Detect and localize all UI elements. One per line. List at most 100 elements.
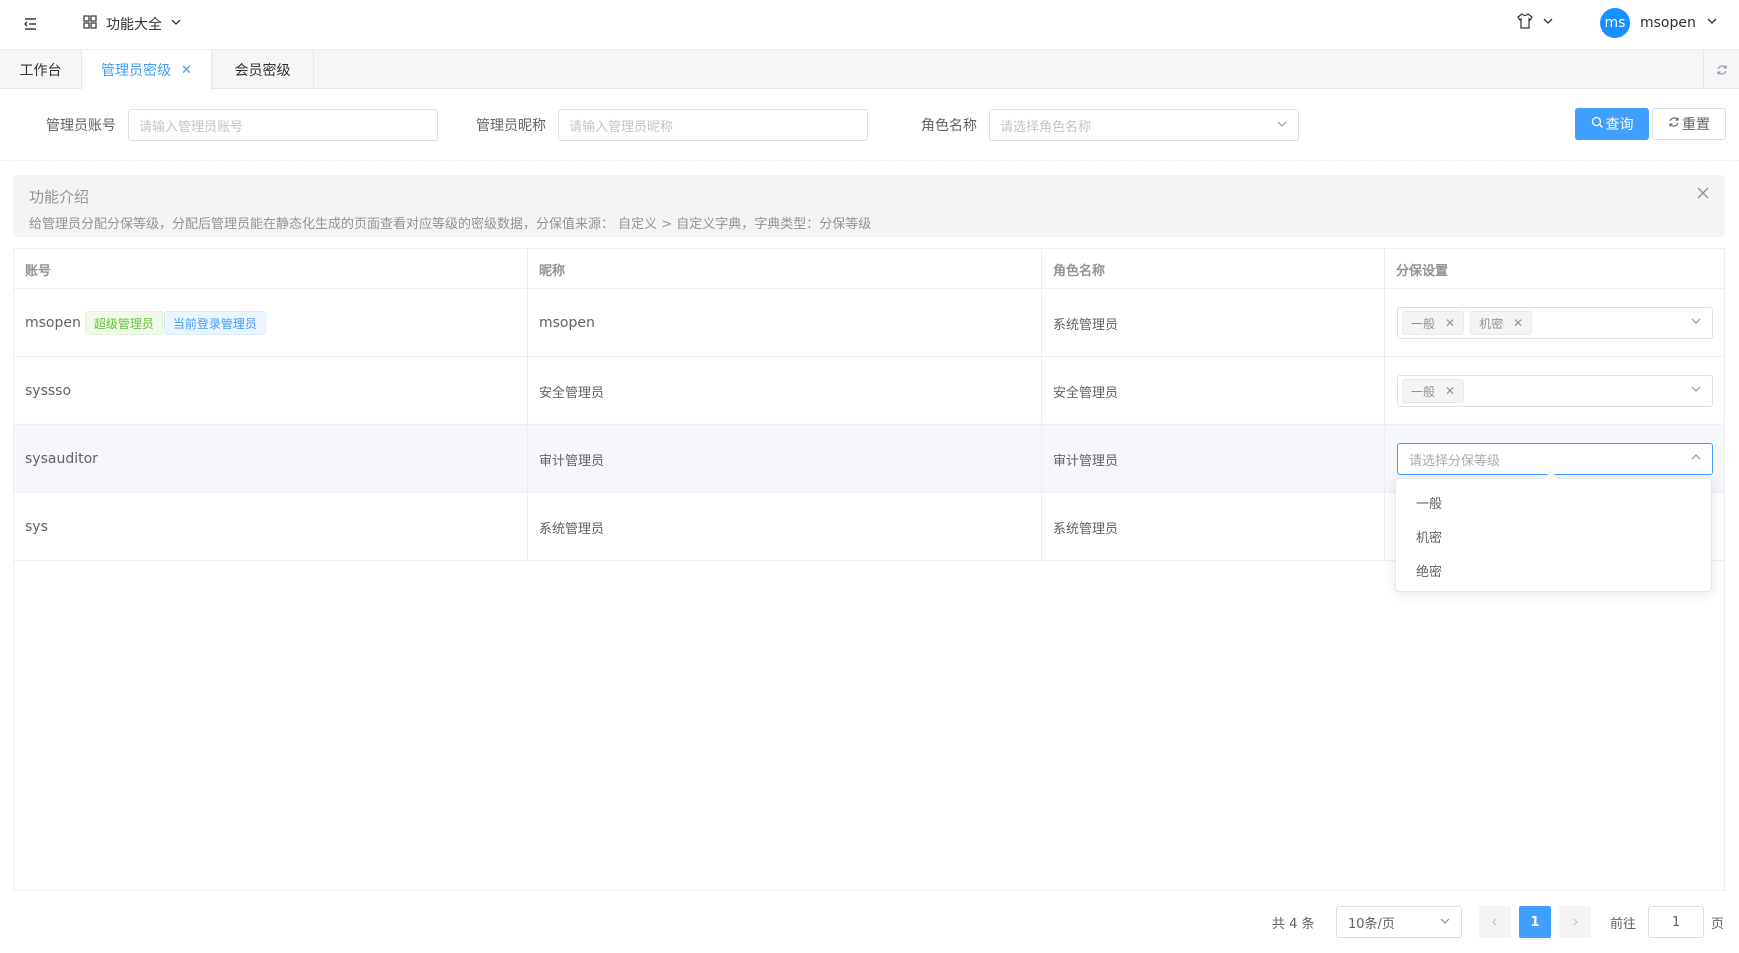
level-select[interactable]: 一般 ✕: [1397, 375, 1713, 407]
filter-role: 角色名称 请选择角色名称: [921, 109, 1299, 141]
level-dropdown: 一般 机密 绝密: [1395, 470, 1712, 592]
alert-description: 给管理员分配分保等级，分配后管理员能在静态化生成的页面查看对应等级的密级数据，分…: [29, 217, 872, 232]
tab-label: 工作台: [19, 62, 62, 79]
level-select-placeholder: 请选择分保等级: [1409, 453, 1501, 469]
pagination-total: 共 4 条: [1272, 916, 1315, 932]
cell-nickname: 审计管理员: [528, 425, 1042, 493]
tshirt-icon: [1516, 12, 1534, 34]
cell-nickname: msopen: [528, 289, 1042, 357]
theme-switcher[interactable]: [1516, 12, 1554, 34]
search-button[interactable]: 查询: [1575, 108, 1649, 140]
page-size-select[interactable]: 10条/页: [1336, 906, 1462, 938]
search-button-label: 查询: [1605, 117, 1634, 133]
chevron-down-icon: [1542, 15, 1554, 31]
next-page-button[interactable]: [1559, 906, 1591, 938]
goto-page-value: 1: [1671, 914, 1681, 930]
features-label: 功能大全: [106, 17, 162, 33]
nickname-input[interactable]: 请输入管理员昵称: [558, 109, 868, 141]
nickname-placeholder: 请输入管理员昵称: [569, 119, 674, 135]
goto-page-input[interactable]: 1: [1648, 906, 1704, 938]
chevron-right-icon: [1573, 918, 1578, 926]
close-icon[interactable]: [1697, 187, 1709, 203]
menu-fold-icon[interactable]: [18, 12, 42, 36]
column-account: 账号: [14, 249, 528, 289]
refresh-icon[interactable]: [1703, 50, 1739, 89]
current-admin-tag: 当前登录管理员: [163, 311, 266, 335]
level-tag: 一般 ✕: [1402, 379, 1465, 403]
account-placeholder: 请输入管理员账号: [139, 119, 244, 135]
cell-nickname: 系统管理员: [528, 493, 1042, 561]
level-tag-text: 一般: [1411, 316, 1436, 331]
table-row: msopen 超级管理员 当前登录管理员 msopen 系统管理员 一般 ✕ 机密…: [14, 289, 1724, 357]
chevron-down-icon: [1690, 383, 1702, 399]
user-menu[interactable]: ms msopen: [1600, 8, 1718, 38]
role-placeholder: 请选择角色名称: [1000, 119, 1092, 135]
reset-button[interactable]: 重置: [1652, 108, 1726, 140]
dropdown-option[interactable]: 机密: [1396, 519, 1711, 553]
account-text: msopen: [25, 315, 81, 331]
tab-admin-security-level[interactable]: 管理员密级 ✕: [82, 50, 212, 90]
column-role: 角色名称: [1042, 249, 1385, 289]
column-level-setting: 分保设置: [1396, 263, 1449, 279]
tab-label: 会员密级: [234, 62, 291, 79]
prev-page-button[interactable]: [1479, 906, 1511, 938]
level-tag: 一般 ✕: [1402, 311, 1465, 335]
chevron-left-icon: [1492, 918, 1497, 926]
account-input[interactable]: 请输入管理员账号: [128, 109, 438, 141]
dropdown-option[interactable]: 一般: [1396, 485, 1711, 519]
table-row: syssso 安全管理员 安全管理员 一般 ✕: [14, 357, 1724, 425]
chevron-down-icon: [1439, 915, 1451, 931]
cell-role: 审计管理员: [1042, 425, 1385, 493]
role-select[interactable]: 请选择角色名称: [989, 109, 1299, 141]
alert-title: 功能介绍: [29, 188, 90, 206]
reset-button-label: 重置: [1682, 117, 1710, 133]
cell-role: 系统管理员: [1042, 289, 1385, 357]
cell-account: sys: [14, 493, 528, 561]
close-icon[interactable]: ✕: [1513, 316, 1523, 330]
tab-workbench[interactable]: 工作台: [0, 50, 82, 89]
tabs-bar: 工作台 管理员密级 ✕ 会员密级: [0, 49, 1739, 90]
cell-nickname: 安全管理员: [528, 357, 1042, 425]
table-header: 账号 昵称 角色名称 分保设置: [14, 249, 1724, 289]
cell-account: sysauditor: [14, 425, 528, 493]
chevron-down-icon: [1276, 118, 1288, 134]
level-select[interactable]: 请选择分保等级: [1397, 443, 1713, 475]
tab-label: 管理员密级: [101, 63, 172, 79]
tab-member-security-level[interactable]: 会员密级: [212, 50, 314, 89]
dropdown-option[interactable]: 绝密: [1396, 553, 1711, 587]
close-icon[interactable]: ✕: [1445, 316, 1455, 330]
cell-role: 安全管理员: [1042, 357, 1385, 425]
role-label: 角色名称: [921, 118, 977, 134]
level-tag: 机密 ✕: [1470, 311, 1533, 335]
apps-grid-icon: [82, 14, 98, 34]
level-tag-text: 一般: [1411, 384, 1436, 399]
account-label: 管理员账号: [46, 118, 116, 134]
cell-account: msopen 超级管理员 当前登录管理员: [14, 289, 528, 357]
chevron-down-icon: [1706, 15, 1718, 31]
filter-nickname: 管理员昵称 请输入管理员昵称: [476, 109, 868, 141]
top-header: 功能大全 ms msopen: [0, 0, 1739, 49]
nickname-label: 管理员昵称: [476, 118, 546, 134]
divider: [0, 160, 1739, 161]
close-icon[interactable]: ✕: [1445, 384, 1455, 398]
chevron-down-icon: [170, 16, 182, 32]
filter-account: 管理员账号 请输入管理员账号: [46, 109, 438, 141]
super-admin-tag: 超级管理员: [84, 311, 163, 335]
level-select[interactable]: 一般 ✕ 机密 ✕: [1397, 307, 1713, 339]
search-icon: [1591, 116, 1604, 133]
close-icon[interactable]: ✕: [181, 63, 192, 78]
level-tag-text: 机密: [1479, 316, 1504, 331]
refresh-icon: [1668, 116, 1680, 132]
chevron-down-icon: [1690, 315, 1702, 331]
feature-intro-alert: 功能介绍 给管理员分配分保等级，分配后管理员能在静态化生成的页面查看对应等级的密…: [13, 175, 1725, 237]
username: msopen: [1640, 15, 1696, 31]
cell-role: 系统管理员: [1042, 493, 1385, 561]
avatar: ms: [1600, 8, 1630, 38]
page-size-value: 10条/页: [1348, 916, 1395, 932]
goto-prefix: 前往: [1610, 916, 1637, 932]
column-nickname: 昵称: [528, 249, 1042, 289]
page-number-current[interactable]: 1: [1519, 906, 1551, 938]
chevron-up-icon: [1690, 451, 1702, 467]
features-menu[interactable]: 功能大全: [82, 12, 182, 36]
goto-suffix: 页: [1711, 916, 1725, 932]
